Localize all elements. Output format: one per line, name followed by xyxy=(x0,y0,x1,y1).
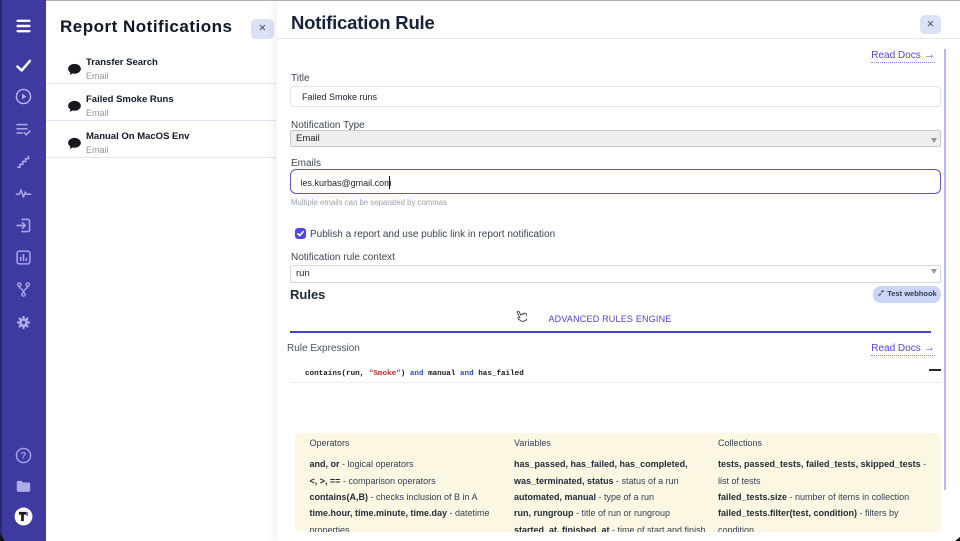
svg-text:?: ? xyxy=(21,451,27,461)
